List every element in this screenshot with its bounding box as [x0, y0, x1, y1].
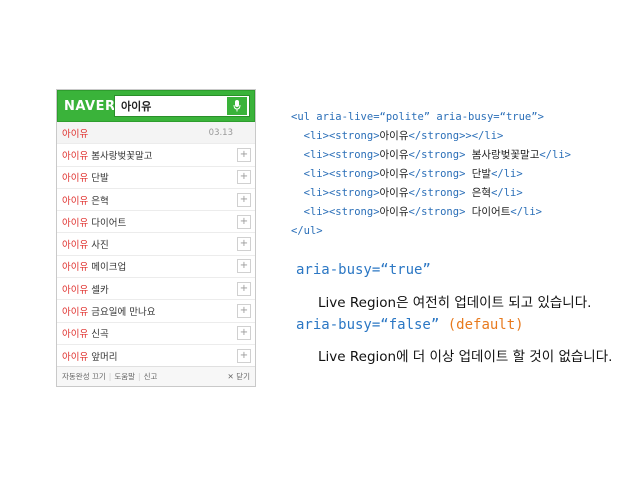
suggestion-highlight: 아이유: [62, 329, 89, 341]
code-item-name: 아이유: [379, 187, 409, 199]
busy-false-heading: aria-busy=“false” (default): [296, 317, 524, 333]
separator: |: [108, 372, 112, 381]
suggestion-item[interactable]: 아이유 셀카 +: [57, 278, 255, 301]
suggestion-item[interactable]: 아이유 사진 +: [57, 233, 255, 256]
suggestion-text: 사진: [88, 240, 109, 252]
code-item-name: 아이유: [379, 149, 409, 161]
report-link[interactable]: 신고: [144, 372, 158, 381]
suggestion-text: 봄사랑벚꽃말고: [88, 150, 153, 162]
autocomplete-widget: NAVER 아이유 아이유 03.13 아이유 봄사랑벚꽃말고 + 아이유 단발…: [56, 89, 256, 387]
busy-false-description: Live Region에 더 이상 업데이트 할 것이 없습니다.: [318, 349, 613, 365]
busy-true-description: Live Region은 여전히 업데이트 되고 있습니다.: [318, 295, 592, 311]
suggestion-item[interactable]: 아이유 봄사랑벚꽃말고 +: [57, 144, 255, 167]
add-icon[interactable]: +: [237, 259, 251, 274]
add-icon[interactable]: +: [237, 192, 251, 207]
suggestion-highlight: 아이유: [62, 240, 89, 252]
suggestion-highlight: 아이유: [62, 307, 89, 319]
suggestion-text: 다이어트: [88, 217, 127, 229]
suggestion-highlight: 아이유: [62, 217, 89, 229]
code-item-text: 은혁: [471, 187, 492, 199]
suggestion-highlight: 아이유: [62, 195, 89, 207]
close-button[interactable]: ✕ 닫기: [228, 371, 250, 382]
add-icon[interactable]: +: [237, 170, 251, 185]
autocomplete-off-link[interactable]: 자동완성 끄기: [62, 372, 106, 381]
code-item-text: 봄사랑벚꽃말고: [471, 149, 540, 161]
suggestion-item[interactable]: 아이유 다이어트 +: [57, 211, 255, 234]
suggestion-text: 단발: [88, 173, 109, 185]
suggestion-text: 금요일에 만나요: [88, 307, 156, 319]
suggestion-text: 앞머리: [88, 351, 118, 363]
suggestion-highlight: 아이유: [62, 284, 89, 296]
search-query: 아이유: [121, 100, 152, 113]
suggestion-item[interactable]: 아이유 03.13: [57, 122, 255, 145]
help-link[interactable]: 도움말: [114, 372, 135, 381]
widget-footer: 자동완성 끄기 | 도움말 | 신고 ✕ 닫기: [57, 366, 255, 386]
add-icon[interactable]: +: [237, 281, 251, 296]
add-icon[interactable]: +: [237, 214, 251, 229]
suggestion-item[interactable]: 아이유 은혁 +: [57, 189, 255, 212]
naver-logo: NAVER: [64, 98, 116, 114]
code-item-name: 아이유: [379, 168, 409, 180]
add-icon[interactable]: +: [237, 304, 251, 319]
suggestion-item[interactable]: 아이유 신곡 +: [57, 323, 255, 345]
suggestion-highlight: 아이유: [62, 150, 89, 162]
search-input[interactable]: 아이유: [114, 95, 250, 117]
suggestion-highlight: 아이유: [62, 173, 89, 185]
add-icon[interactable]: +: [237, 237, 251, 252]
add-icon[interactable]: +: [237, 326, 251, 341]
default-label: (default): [439, 317, 524, 333]
add-icon[interactable]: +: [237, 348, 251, 363]
suggestion-highlight: 아이유: [62, 351, 89, 363]
suggestion-date: 03.13: [208, 127, 233, 138]
suggestion-text: 신곡: [88, 329, 109, 341]
code-item-name: 아이유: [379, 130, 409, 142]
code-item-text: 다이어트: [471, 206, 511, 218]
add-icon[interactable]: +: [237, 147, 251, 162]
separator: |: [138, 372, 141, 381]
suggestion-item[interactable]: 아이유 메이크업 +: [57, 256, 255, 279]
suggestion-text: 은혁: [88, 195, 109, 207]
suggestion-text: 셀카: [88, 284, 109, 296]
code-item-name: 아이유: [379, 206, 409, 218]
suggestion-item[interactable]: 아이유 단발 +: [57, 167, 255, 189]
microphone-icon[interactable]: [227, 97, 247, 115]
suggestion-item[interactable]: 아이유 금요일에 만나요 +: [57, 300, 255, 323]
suggestion-highlight: 아이유: [62, 128, 89, 140]
code-block: <ul aria-live=“polite” aria-busy=“true”>…: [291, 111, 571, 237]
code-item-text: 단발: [471, 168, 492, 180]
suggestion-highlight: 아이유: [62, 262, 89, 274]
busy-true-heading: aria-busy=“true”: [296, 262, 431, 278]
search-bar: NAVER 아이유: [57, 90, 255, 122]
suggestion-item[interactable]: 아이유 앞머리 +: [57, 345, 255, 368]
suggestion-list: 아이유 03.13 아이유 봄사랑벚꽃말고 + 아이유 단발 + 아이유 은혁 …: [57, 122, 255, 368]
suggestion-text: 메이크업: [88, 262, 127, 274]
